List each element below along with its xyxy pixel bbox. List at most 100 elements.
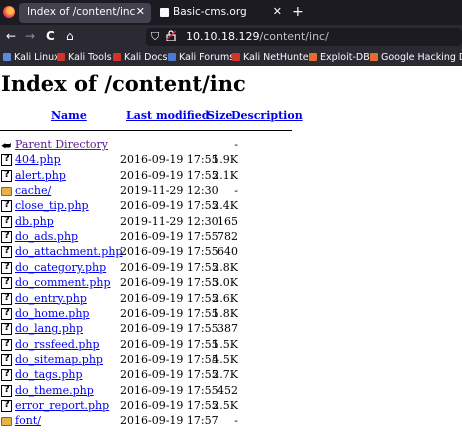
tab-basic-cms[interactable]: Basic-cms.org ✕ [156,3,288,23]
file-link[interactable]: do_sitemap.php [15,353,103,366]
file-link[interactable]: do_ads.php [15,230,78,243]
tracking-protection-icon[interactable]: ⛉ [151,30,159,44]
question-mark-glyph: ? [4,383,10,395]
kali-nethunter-icon [232,53,240,61]
parent-directory-link[interactable]: Parent Directory [15,138,108,151]
file-link[interactable]: do_comment.php [15,276,111,289]
url-bar[interactable]: ⛉ 10.10.18.129/content/inc/ [146,28,462,46]
folder-icon [1,187,12,197]
sort-by-name-link[interactable]: Name [51,109,87,122]
file-link[interactable]: do_rssfeed.php [15,338,100,351]
unknown-file-icon: ? [1,199,12,213]
file-link[interactable]: close_tip.php [15,199,89,212]
file-link[interactable]: do_theme.php [15,384,94,397]
url-host: 10.10.18.129 [186,30,260,43]
bookmark-kali-docs[interactable]: Kali Docs [113,52,167,63]
question-mark-glyph: ? [4,260,10,272]
bookmark-exploit-db[interactable]: Exploit-DB [309,52,370,63]
file-link[interactable]: do_home.php [15,307,89,320]
bookmark-label: Kali Docs [124,52,168,63]
size-cell: - [234,184,238,198]
close-tab-icon[interactable]: ✕ [273,5,282,18]
file-link[interactable]: do_lang.php [15,322,83,335]
reload-button[interactable]: C [46,29,55,43]
size-cell: 4.5K [212,352,238,366]
question-mark-glyph: ? [4,245,10,257]
bookmark-google-hacking-db[interactable]: Google Hacking DB [370,52,462,63]
unknown-file-icon: ? [1,292,12,305]
table-row: ? do_lang.php 2016-09-19 17:55 387 [0,322,300,337]
unknown-file-icon: ? [1,245,12,259]
question-mark-glyph: ? [4,398,10,410]
question-mark-glyph: ? [4,337,10,349]
home-button[interactable]: ⌂ [66,29,74,43]
google-hacking-db-icon [370,53,378,61]
unknown-file-icon: ? [1,383,12,397]
question-mark-glyph: ? [4,168,10,180]
bookmark-label: Kali Tools [68,52,112,63]
back-button[interactable]: ← [6,29,16,43]
question-mark-glyph: ? [4,368,10,380]
back-arrow-icon: ⮨ [1,139,12,152]
unknown-file-icon: ? [1,230,12,244]
unknown-file-icon: ? [1,153,12,167]
size-cell: 2.1K [212,168,238,182]
file-link[interactable]: alert.php [15,169,66,182]
question-mark-glyph: ? [4,306,10,318]
question-mark-glyph: ? [4,352,10,364]
bookmark-label: Kali Forums [179,52,235,63]
bookmark-kali-nethunter[interactable]: Kali NetHunter [232,52,313,63]
file-link[interactable]: do_attachment.php [15,245,122,258]
file-link[interactable]: error_report.php [15,399,109,412]
bookmark-label: Kali Linux [14,52,60,63]
unknown-file-icon: ? [1,368,12,382]
table-row: ? do_entry.php 2016-09-19 17:55 2.6K [0,292,300,307]
file-link[interactable]: font/ [15,414,41,427]
question-mark-glyph: ? [4,153,10,165]
size-cell: 2.8K [212,260,238,274]
connection-insecure-icon[interactable] [165,30,177,44]
sort-by-last-modified-link[interactable]: Last modified [126,109,210,122]
bookmark-label: Kali NetHunter [243,52,313,63]
file-link[interactable]: do_tags.php [15,368,83,381]
url-text[interactable]: 10.10.18.129/content/inc/ [186,30,329,43]
unknown-file-icon: ? [1,215,12,228]
question-mark-glyph: ? [4,322,10,334]
size-cell: 3.0K [212,276,238,290]
table-row: ? do_tags.php 2016-09-19 17:55 2.7K [0,368,300,383]
parent-directory-row: ⮨ Parent Directory - [0,138,300,153]
sort-by-description-link[interactable]: Description [231,109,303,122]
table-row: ? db.php 2019-11-29 12:30 165 [0,215,300,230]
firefox-menu-icon[interactable] [3,6,15,18]
question-mark-glyph: ? [4,230,10,242]
close-tab-icon[interactable]: ✕ [136,5,145,18]
bookmark-kali-linux[interactable]: Kali Linux [3,52,60,63]
table-row: cache/2019-11-29 12:30- [0,184,300,199]
size-cell: 2.4K [212,199,238,213]
sort-by-size-link[interactable]: Size [207,109,232,122]
unknown-file-icon: ? [1,276,12,290]
forward-button[interactable]: → [25,29,35,43]
bookmark-kali-tools[interactable]: Kali Tools [57,52,112,63]
table-row: ? do_home.php 2016-09-19 17:55 1.8K [0,307,300,322]
tab-index-content-inc[interactable]: Index of /content/inc ✕ [19,3,151,23]
file-link[interactable]: 404.php [15,153,61,166]
bookmark-kali-forums[interactable]: Kali Forums [168,52,234,63]
table-row: ? error_report.php 2016-09-19 17:55 2.5K [0,399,300,414]
tab-title: Basic-cms.org [173,6,247,18]
exploit-db-icon [309,53,317,61]
table-row: ? 404.php 2016-09-19 17:55 1.9K [0,153,300,168]
file-link[interactable]: db.php [15,215,54,228]
file-link[interactable]: do_category.php [15,261,106,274]
bookmarks-toolbar: Kali Linux Kali Tools Kali Docs Kali For… [0,49,462,66]
new-tab-button[interactable]: + [292,4,304,20]
table-row: ? do_comment.php 2016-09-19 17:55 3.0K [0,276,300,291]
kali-docs-icon [113,53,121,61]
file-link[interactable]: cache/ [15,184,51,197]
unknown-file-icon: ? [1,337,12,351]
table-row: ? do_ads.php 2016-09-19 17:55 782 [0,230,300,245]
table-row: ? do_rssfeed.php 2016-09-19 17:55 1.5K [0,338,300,353]
file-link[interactable]: do_entry.php [15,292,87,305]
kali-forums-icon [168,53,176,61]
tab-bar: Index of /content/inc ✕ Basic-cms.org ✕ … [0,0,462,25]
